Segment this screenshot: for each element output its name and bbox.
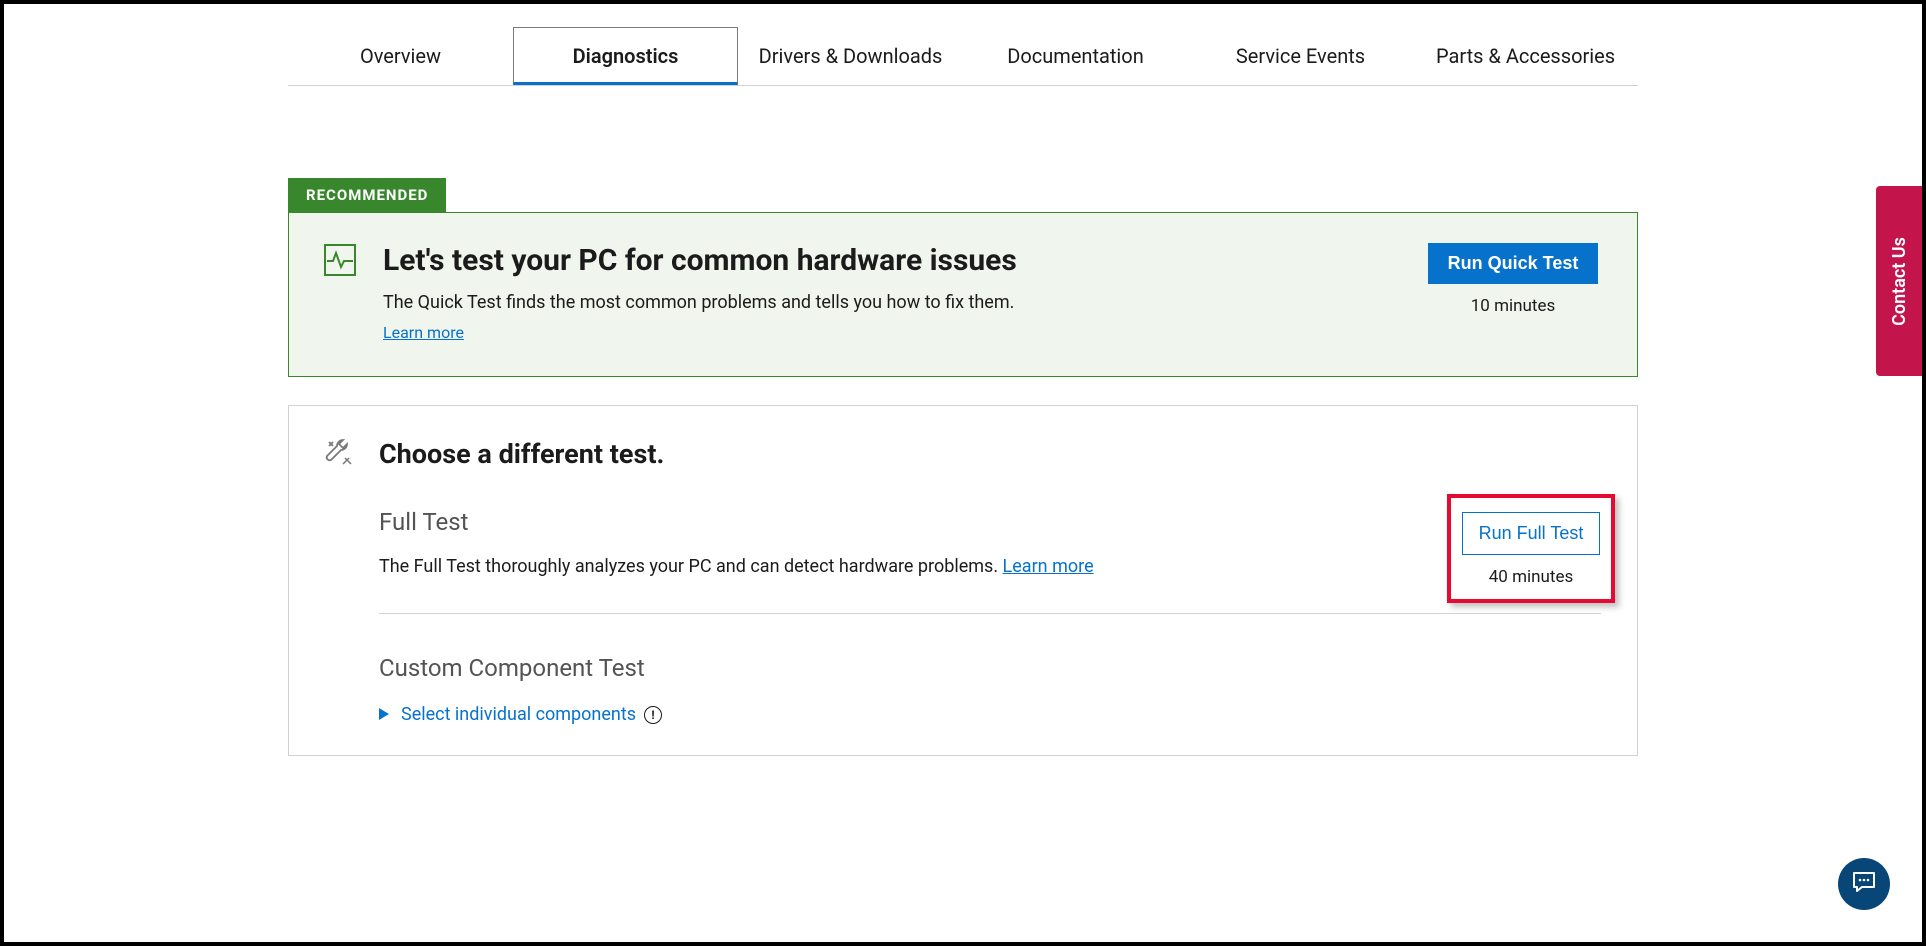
quick-test-time: 10 minutes [1423, 296, 1603, 316]
tab-service-events[interactable]: Service Events [1188, 27, 1413, 85]
quick-test-card: Let's test your PC for common hardware i… [288, 212, 1638, 377]
custom-component-test-title: Custom Component Test [379, 654, 1601, 682]
full-test-learn-more-link[interactable]: Learn more [1003, 556, 1094, 577]
full-test-highlight-box: Run Full Test 40 minutes [1447, 494, 1615, 603]
info-icon[interactable]: ! [644, 706, 662, 724]
tab-bar: Overview Diagnostics Drivers & Downloads… [288, 27, 1638, 86]
full-test-row: Full Test The Full Test thoroughly analy… [379, 508, 1601, 614]
run-quick-test-button[interactable]: Run Quick Test [1428, 243, 1599, 284]
tab-overview[interactable]: Overview [288, 27, 513, 85]
chevron-right-icon [379, 704, 389, 725]
recommended-badge: RECOMMENDED [288, 178, 446, 212]
quick-test-desc: The Quick Test finds the most common pro… [383, 292, 1423, 313]
full-test-time: 40 minutes [1461, 567, 1601, 587]
select-individual-components-link[interactable]: Select individual components ! [379, 704, 662, 725]
quick-test-learn-more-link[interactable]: Learn more [383, 323, 464, 342]
chat-fab-button[interactable] [1838, 858, 1890, 910]
tools-icon [323, 436, 355, 472]
other-tests-card: Choose a different test. Full Test The F… [288, 405, 1638, 756]
custom-component-test-row: Custom Component Test Select individual … [379, 614, 1601, 725]
contact-us-tab[interactable]: Contact Us [1876, 186, 1922, 376]
run-full-test-button[interactable]: Run Full Test [1462, 512, 1601, 555]
tab-documentation[interactable]: Documentation [963, 27, 1188, 85]
chat-icon [1851, 869, 1877, 899]
other-tests-title: Choose a different test. [379, 438, 664, 470]
full-test-desc: The Full Test thoroughly analyzes your P… [379, 556, 1601, 577]
heartbeat-icon [323, 262, 357, 281]
full-test-title: Full Test [379, 508, 1601, 536]
quick-test-title: Let's test your PC for common hardware i… [383, 243, 1423, 278]
tab-parts-accessories[interactable]: Parts & Accessories [1413, 27, 1638, 85]
tab-diagnostics[interactable]: Diagnostics [513, 27, 738, 85]
tab-drivers-downloads[interactable]: Drivers & Downloads [738, 27, 963, 85]
